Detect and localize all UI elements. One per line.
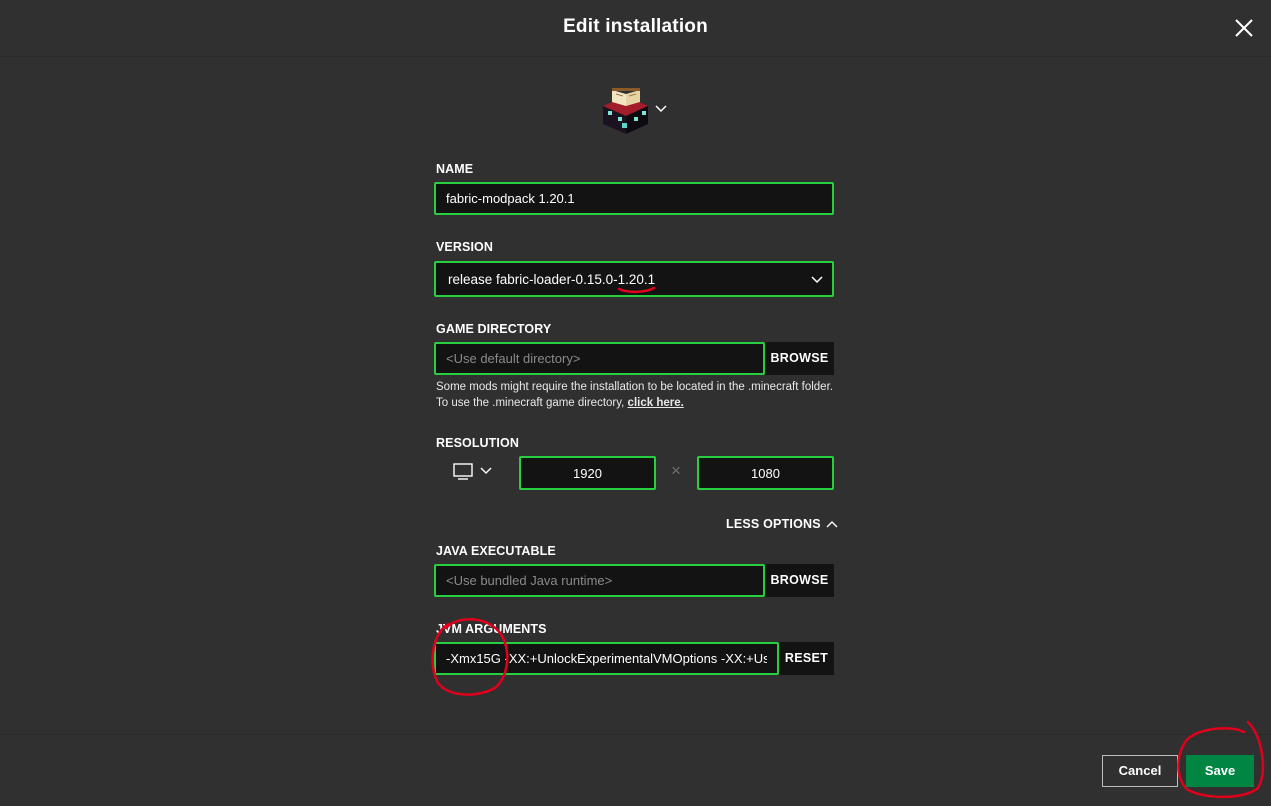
less-options-label: LESS OPTIONS bbox=[726, 517, 821, 531]
jvm-arguments-reset-button[interactable]: RESET bbox=[779, 642, 834, 675]
monitor-icon bbox=[453, 463, 492, 480]
resolution-height-input[interactable] bbox=[697, 456, 834, 490]
resolution-label: RESOLUTION bbox=[436, 436, 519, 450]
chevron-up-icon bbox=[826, 521, 838, 528]
game-directory-input[interactable] bbox=[434, 342, 765, 375]
chevron-down-icon bbox=[655, 105, 667, 113]
game-directory-browse-button[interactable]: BROWSE bbox=[765, 342, 834, 375]
chevron-down-icon bbox=[480, 467, 492, 474]
jvm-arguments-label: JVM ARGUMENTS bbox=[436, 622, 547, 636]
click-here-link[interactable]: click here. bbox=[628, 397, 684, 409]
dialog-title: Edit installation bbox=[563, 16, 708, 37]
installation-icon-picker[interactable] bbox=[598, 84, 674, 136]
name-label: NAME bbox=[436, 162, 474, 176]
enchanting-table-icon bbox=[603, 88, 667, 134]
less-options-toggle[interactable]: LESS OPTIONS bbox=[726, 517, 838, 531]
close-icon[interactable] bbox=[1232, 16, 1256, 40]
java-executable-browse-button[interactable]: BROWSE bbox=[765, 564, 834, 597]
chevron-down-icon bbox=[811, 276, 823, 284]
resolution-preset-dropdown[interactable] bbox=[451, 462, 497, 482]
java-executable-input[interactable] bbox=[434, 564, 765, 597]
resolution-separator: × bbox=[671, 461, 681, 480]
dialog-footer bbox=[0, 734, 1271, 806]
version-value: release fabric-loader-0.15.0-1.20.1 bbox=[448, 272, 656, 287]
name-input[interactable] bbox=[434, 182, 834, 215]
game-directory-label: GAME DIRECTORY bbox=[436, 322, 552, 336]
java-executable-label: JAVA EXECUTABLE bbox=[436, 544, 556, 558]
game-directory-help: Some mods might require the installation… bbox=[436, 379, 836, 411]
version-select[interactable]: release fabric-loader-0.15.0-1.20.1 bbox=[434, 261, 834, 297]
jvm-arguments-input[interactable] bbox=[434, 642, 779, 675]
cancel-button[interactable]: Cancel bbox=[1102, 755, 1178, 787]
version-label: VERSION bbox=[436, 240, 493, 254]
save-button[interactable]: Save bbox=[1186, 755, 1254, 787]
resolution-width-input[interactable] bbox=[519, 456, 656, 490]
